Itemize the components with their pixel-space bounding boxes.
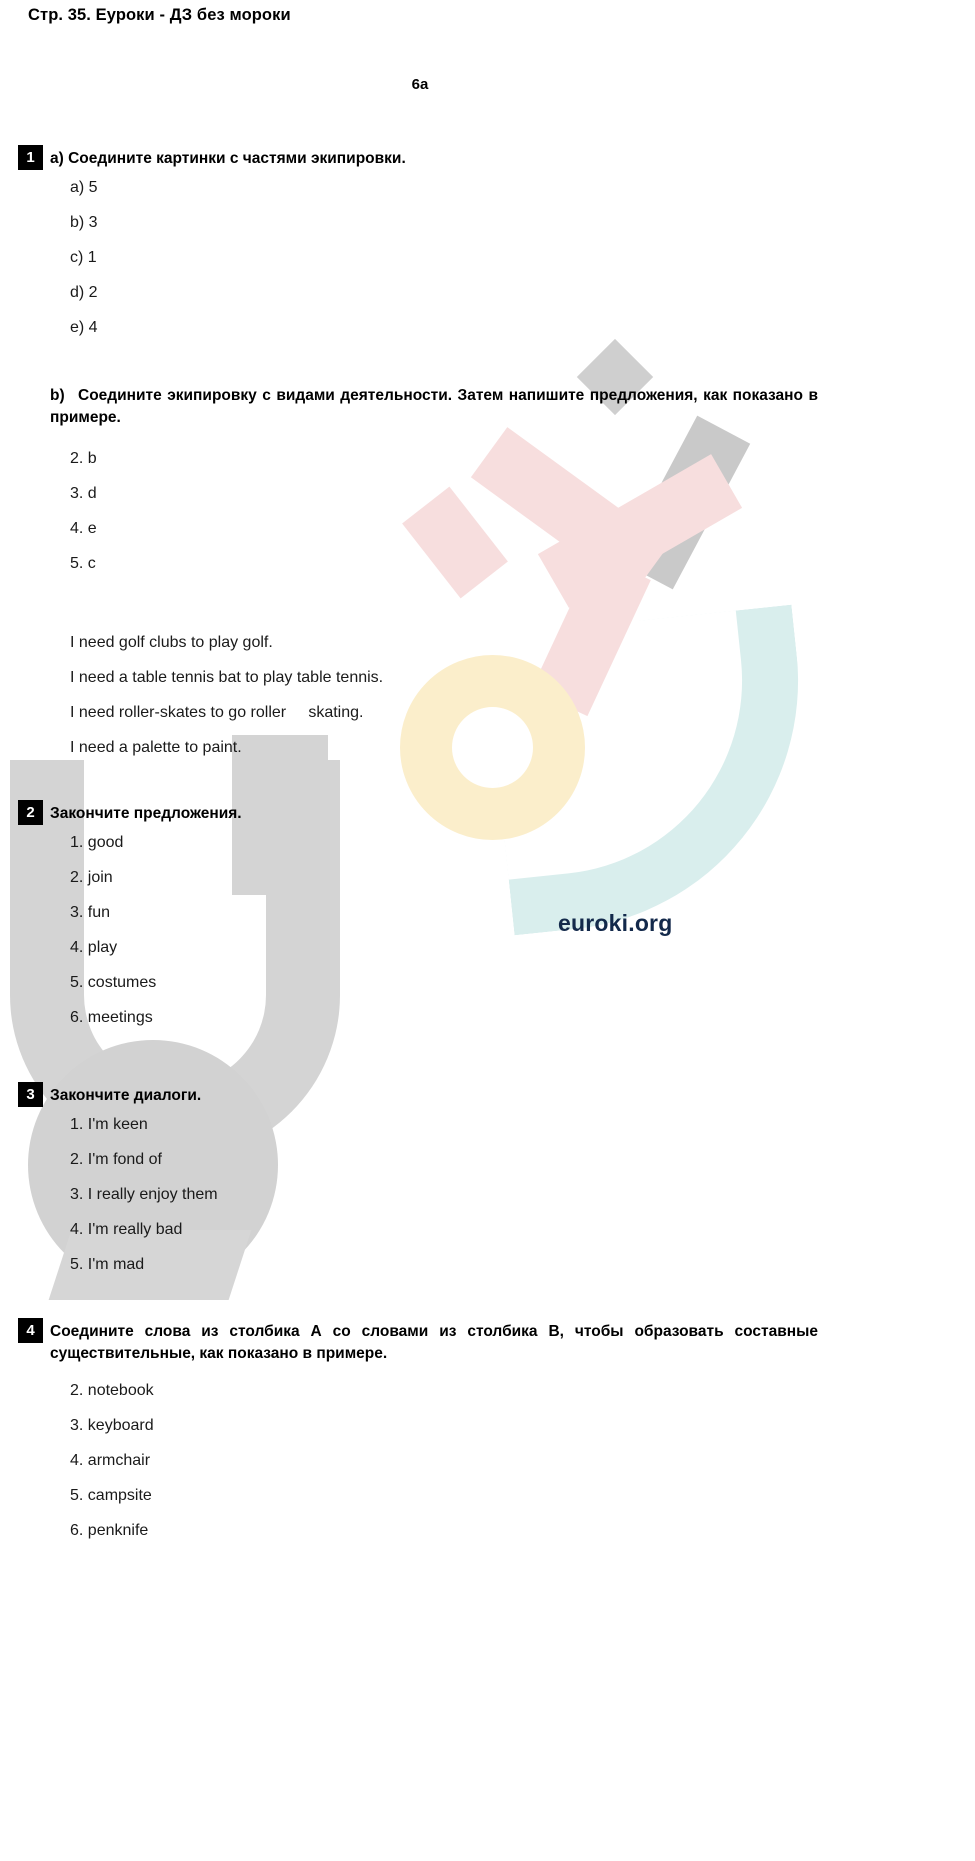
list-item: 4. play — [70, 938, 118, 956]
task-3-number-badge: 3 — [18, 1082, 43, 1107]
task-2: 2 Закончите предложения. 1. good 2. join… — [18, 800, 818, 1035]
list-item: 5. I'm mad — [70, 1255, 145, 1273]
list-item: a) 5 — [70, 178, 98, 196]
list-item: 2. I'm fond of — [70, 1150, 162, 1168]
task-1-answer-list: a) 5 b) 3 c) 1 d) 2 e) 4 — [18, 170, 818, 345]
list-item: 4. e — [70, 519, 97, 537]
list-item: b) 3 — [70, 213, 98, 231]
task-1b-sentence-list: I need golf clubs to play golf. I need a… — [18, 625, 818, 765]
task-4-answer-list: 2. notebook 3. keyboard 4. armchair 5. c… — [18, 1373, 818, 1548]
list-item: 2. notebook — [70, 1381, 154, 1399]
task-1: 1 a) Соедините картинки с частями экипир… — [18, 145, 818, 345]
task-3: 3 Закончите диалоги. 1. I'm keen 2. I'm … — [18, 1082, 818, 1282]
task-4: 4 Соедините слова из столбика А со слова… — [18, 1318, 818, 1548]
list-item: 4. I'm really bad — [70, 1220, 183, 1238]
list-item: d) 2 — [70, 283, 98, 301]
task-2-title: Закончите предложения. — [50, 805, 242, 822]
task-3-answer-list: 1. I'm keen 2. I'm fond of 3. I really e… — [18, 1107, 818, 1282]
task-3-title: Закончите диалоги. — [50, 1087, 202, 1104]
task-1-number-badge: 1 — [18, 145, 43, 170]
list-item: c) 1 — [70, 248, 97, 266]
list-item: 6. meetings — [70, 1008, 153, 1026]
list-item: I need a palette to paint. — [70, 738, 242, 756]
list-item: 5. c — [70, 554, 96, 572]
task-2-number-badge: 2 — [18, 800, 43, 825]
list-item: 3. keyboard — [70, 1416, 154, 1434]
task-2-answer-list: 1. good 2. join 3. fun 4. play 5. costum… — [18, 825, 818, 1035]
task-4-title: Соедините слова из столбика А со словами… — [50, 1323, 818, 1362]
task-4-heading: 4 Соедините слова из столбика А со слова… — [18, 1318, 818, 1365]
task-1b-label: b) — [50, 387, 65, 404]
task-1b: b) Соедините экипировку с видами деятельн… — [18, 385, 818, 765]
list-item: I need golf clubs to play golf. — [70, 633, 273, 651]
page-header: Стр. 35. Еуроки - ДЗ без мороки — [28, 6, 291, 24]
task-3-heading: 3 Закончите диалоги. — [18, 1082, 818, 1107]
task-1-heading: 1 a) Соедините картинки с частями экипир… — [18, 145, 818, 170]
list-item: 3. fun — [70, 903, 111, 921]
brand-logo-text: euroki.org — [558, 910, 673, 936]
list-item: 5. costumes — [70, 973, 157, 991]
list-item: 4. armchair — [70, 1451, 151, 1469]
list-item: 1. I'm keen — [70, 1115, 148, 1133]
list-item: 5. campsite — [70, 1486, 152, 1504]
list-item: 2. join — [70, 868, 113, 886]
task-1b-answer-list: 2. b 3. d 4. e 5. c — [18, 441, 818, 581]
task-1b-title: Соедините экипировку с видами деятельнос… — [50, 387, 818, 426]
task-4-number-badge: 4 — [18, 1318, 43, 1343]
list-item: e) 4 — [70, 318, 98, 336]
list-item: 6. penknife — [70, 1521, 149, 1539]
list-item: I need roller-skates to go roller skatin… — [70, 703, 364, 721]
list-item: 3. I really enjoy them — [70, 1185, 218, 1203]
list-item: 1. good — [70, 833, 124, 851]
task-1b-heading: b) Соедините экипировку с видами деятельн… — [18, 385, 818, 429]
task-2-heading: 2 Закончите предложения. — [18, 800, 818, 825]
list-item: 2. b — [70, 449, 97, 467]
task-1-title: a) Соедините картинки с частями экипиров… — [50, 150, 406, 167]
list-item: 3. d — [70, 484, 97, 502]
list-item: I need a table tennis bat to play table … — [70, 668, 384, 686]
unit-title: 6a — [411, 76, 429, 93]
